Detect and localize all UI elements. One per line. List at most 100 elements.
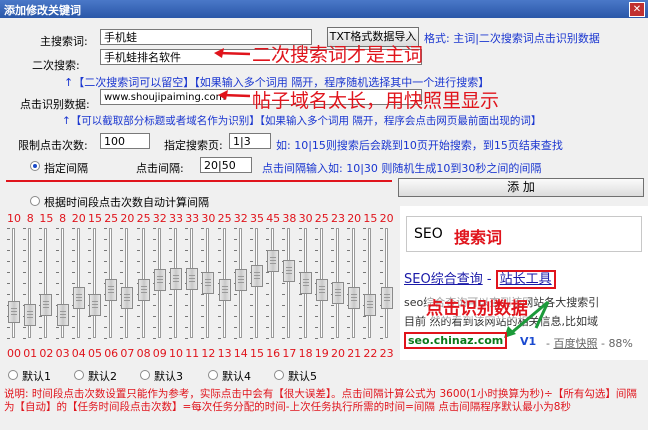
- hour-label: 09: [152, 347, 167, 360]
- preset-radio[interactable]: [140, 370, 150, 380]
- hour-slider[interactable]: [282, 228, 296, 339]
- slider-thumb[interactable]: [40, 294, 53, 316]
- slider-tick: [347, 316, 351, 317]
- preset-radio[interactable]: [208, 370, 218, 380]
- hour-slider[interactable]: [71, 228, 86, 339]
- slider-thumb[interactable]: [202, 272, 215, 294]
- preset-radio[interactable]: [74, 370, 84, 380]
- hour-label: 05: [88, 347, 102, 360]
- auto-interval-radio[interactable]: [30, 196, 40, 206]
- hour-slider[interactable]: [104, 228, 118, 339]
- slider-tick: [282, 316, 286, 317]
- slider-tick: [185, 239, 189, 240]
- hour-slider[interactable]: [88, 228, 102, 339]
- hour-slider[interactable]: [39, 228, 53, 339]
- slider-tick: [71, 338, 75, 339]
- preset-radio[interactable]: [274, 370, 284, 380]
- slider-thumb[interactable]: [218, 279, 231, 302]
- slider-thumb[interactable]: [332, 282, 344, 305]
- slider-tick: [136, 338, 140, 339]
- slider-tick: [55, 327, 59, 328]
- click-interval-input[interactable]: 20|50: [200, 157, 252, 173]
- hour-slider[interactable]: [7, 228, 21, 339]
- slider-tick: [331, 228, 334, 229]
- hour-slider[interactable]: [250, 228, 264, 339]
- slider-tick: [298, 327, 302, 328]
- hour-label: 00: [7, 347, 21, 360]
- hour-slider[interactable]: [347, 228, 361, 339]
- fixed-interval-radio[interactable]: [30, 161, 40, 171]
- hour-slider[interactable]: [379, 228, 394, 339]
- slider-tick: [55, 261, 59, 262]
- preset-label: 默认2: [88, 370, 117, 383]
- slider-tick: [55, 294, 59, 295]
- slider-tick: [39, 316, 43, 317]
- hour-label: 13: [217, 347, 232, 360]
- search-pages-input[interactable]: 1|3: [229, 133, 271, 149]
- slider-thumb[interactable]: [380, 286, 393, 309]
- slider-tick: [314, 327, 318, 328]
- hour-slider[interactable]: [314, 228, 329, 339]
- slider-tick: [71, 250, 75, 251]
- slider-thumb[interactable]: [121, 286, 134, 309]
- hour-slider[interactable]: [331, 228, 345, 339]
- slider-tick: [136, 261, 140, 262]
- slider-thumb[interactable]: [24, 304, 37, 327]
- slider-thumb[interactable]: [72, 286, 85, 309]
- slider-thumb[interactable]: [315, 279, 328, 302]
- hour-value-label: 15: [363, 212, 378, 225]
- preview-percent: 88%: [608, 337, 633, 350]
- slider-tick: [266, 283, 270, 284]
- slider-tick: [379, 327, 383, 328]
- slider-tick: [55, 250, 59, 251]
- hour-slider[interactable]: [266, 228, 280, 339]
- slider-thumb[interactable]: [364, 294, 377, 316]
- add-button[interactable]: 添 加: [398, 178, 644, 197]
- slider-thumb[interactable]: [89, 294, 101, 316]
- preset-radio[interactable]: [8, 370, 18, 380]
- slider-thumb[interactable]: [8, 301, 20, 324]
- hour-value-label: 45: [266, 212, 281, 225]
- hour-slider[interactable]: [201, 228, 215, 339]
- slider-tick: [363, 261, 367, 262]
- slider-tick: [39, 239, 43, 240]
- slider-tick: [314, 272, 318, 273]
- hour-slider[interactable]: [169, 228, 183, 339]
- slider-tick: [23, 228, 27, 229]
- hour-slider[interactable]: [217, 228, 232, 339]
- hour-slider[interactable]: [152, 228, 167, 339]
- search-pages-label: 指定搜索页:: [164, 139, 223, 152]
- slider-thumb[interactable]: [105, 279, 118, 302]
- slider-tick: [282, 305, 286, 306]
- slider-tick: [314, 316, 318, 317]
- slider-tick: [298, 228, 302, 229]
- slider-tick: [55, 283, 59, 284]
- slider-tick: [23, 283, 27, 284]
- hour-slider[interactable]: [23, 228, 37, 339]
- hour-slider[interactable]: [136, 228, 151, 339]
- slider-thumb[interactable]: [56, 304, 69, 327]
- hour-slider[interactable]: [55, 228, 70, 339]
- slider-thumb[interactable]: [153, 269, 166, 292]
- hour-label: 15: [250, 347, 264, 360]
- limit-clicks-input[interactable]: 100: [100, 133, 150, 149]
- arrow-annotation-2: [218, 90, 251, 100]
- slider-thumb[interactable]: [170, 267, 182, 290]
- hour-slider[interactable]: [363, 228, 377, 339]
- hour-slider[interactable]: [185, 228, 199, 339]
- hour-slider[interactable]: [233, 228, 248, 339]
- slider-tick: [23, 272, 27, 273]
- close-icon[interactable]: ✕: [629, 2, 645, 17]
- slider-thumb[interactable]: [186, 267, 199, 290]
- slider-thumb[interactable]: [299, 272, 312, 294]
- slider-thumb[interactable]: [267, 250, 280, 272]
- slider-thumb[interactable]: [251, 264, 263, 287]
- slider-thumb[interactable]: [283, 260, 296, 283]
- slider-thumb[interactable]: [137, 279, 150, 302]
- slider-thumb[interactable]: [348, 286, 361, 309]
- slider-tick: [266, 327, 270, 328]
- slider-tick: [233, 294, 237, 295]
- hour-slider[interactable]: [298, 228, 313, 339]
- slider-thumb[interactable]: [234, 269, 247, 292]
- hour-slider[interactable]: [120, 228, 134, 339]
